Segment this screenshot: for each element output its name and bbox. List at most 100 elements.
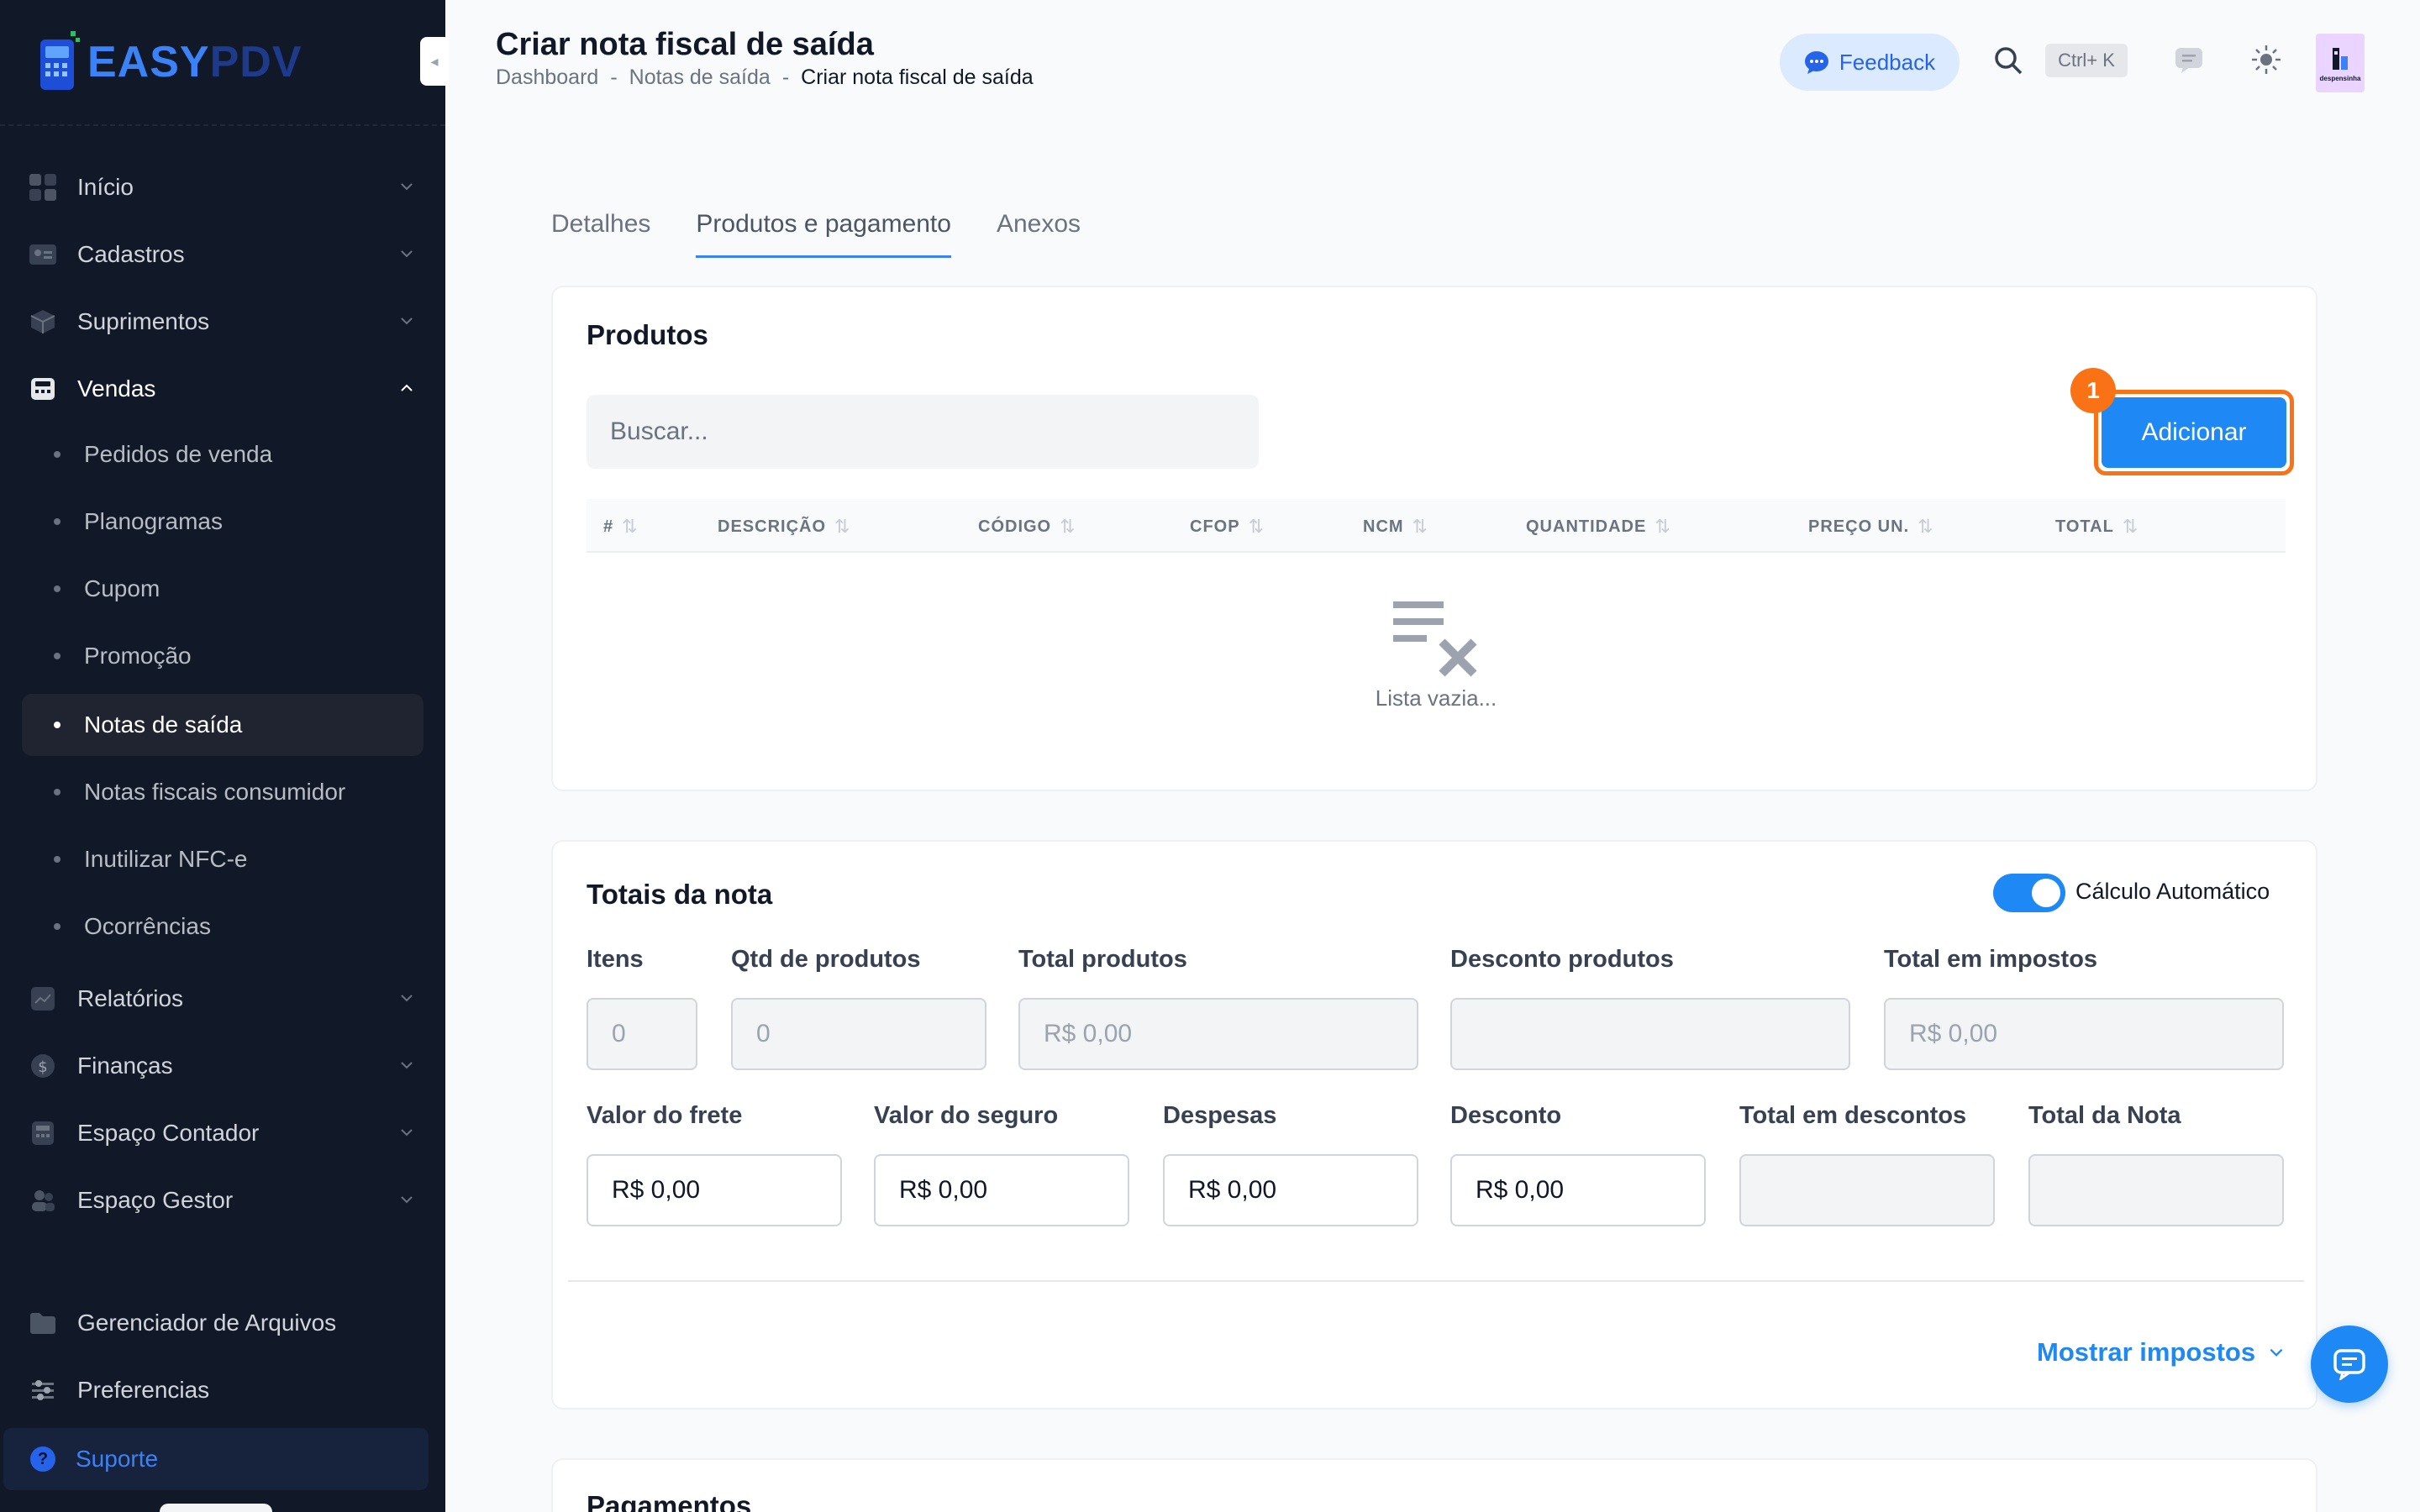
- sidebar-item-label: Gerenciador de Arquivos: [77, 1310, 337, 1336]
- total-impostos-field: R$ 0,00: [1884, 998, 2284, 1070]
- sort-icon: ⇅: [1918, 516, 1934, 537]
- sliders-icon: [29, 1376, 57, 1404]
- field-label-valor-frete: Valor do frete: [587, 1102, 743, 1129]
- theme-toggle-sun-icon[interactable]: [2250, 44, 2282, 76]
- column-header-total[interactable]: TOTAL ⇅: [2055, 516, 2139, 538]
- itens-field: 0: [587, 998, 697, 1070]
- question-icon: ?: [30, 1446, 55, 1472]
- total-descontos-field: [1739, 1154, 1995, 1226]
- sidebar-subitem-label: Promoção: [84, 643, 192, 669]
- column-header-ncm[interactable]: NCM ⇅: [1363, 516, 1428, 538]
- column-label: DESCRIÇÃO: [718, 517, 827, 536]
- sidebar-subitem-label: Notas fiscais consumidor: [84, 779, 346, 805]
- sidebar-item-inicio[interactable]: Início: [22, 156, 424, 218]
- sidebar-subitem-promocao[interactable]: Promoção: [22, 625, 424, 687]
- sidebar-subitem-ocorrencias[interactable]: Ocorrências: [22, 895, 424, 958]
- sidebar-subitem-label: Notas de saída: [84, 711, 243, 738]
- desconto-input[interactable]: R$ 0,00: [1450, 1154, 1706, 1226]
- sidebar-subitem-planogramas[interactable]: Planogramas: [22, 491, 424, 553]
- sidebar-item-suprimentos[interactable]: Suprimentos: [22, 291, 424, 353]
- column-label: NCM: [1363, 517, 1404, 536]
- pagamentos-title: Pagamentos: [587, 1490, 752, 1512]
- qtd-produtos-field: 0: [731, 998, 986, 1070]
- message-icon[interactable]: [2175, 47, 2203, 74]
- people-icon: [29, 1186, 57, 1215]
- support-button[interactable]: ? Suporte: [3, 1428, 429, 1490]
- search-input[interactable]: Buscar...: [587, 395, 1259, 469]
- sidebar-item-preferencias[interactable]: Preferencias: [22, 1359, 424, 1421]
- chevron-down-icon: [401, 1196, 413, 1204]
- logo-text: EASYPDV: [87, 38, 302, 87]
- page-title: Criar nota fiscal de saída: [496, 27, 874, 62]
- totais-card: Totais da nota Cálculo Automático Itens …: [551, 840, 2317, 1410]
- divider: [0, 124, 445, 126]
- box-icon: [29, 307, 57, 336]
- sidebar-item-gerenciador-arquivos[interactable]: Gerenciador de Arquivos: [22, 1292, 424, 1354]
- sort-icon: ⇅: [1248, 516, 1265, 537]
- cash-register-icon: [29, 375, 57, 403]
- divider: [568, 1280, 2304, 1282]
- column-label: PREÇO UN.: [1808, 517, 1910, 536]
- sidebar-subitem-label: Planogramas: [84, 508, 223, 534]
- field-label-qtd-produtos: Qtd de produtos: [731, 946, 921, 973]
- store-logo-icon: [2333, 47, 2348, 70]
- sidebar-item-espaco-contador[interactable]: Espaço Contador: [22, 1102, 424, 1164]
- search-shortcut-badge: Ctrl+ K: [2045, 44, 2128, 77]
- chat-support-button[interactable]: [2311, 1326, 2388, 1403]
- sidebar-subitem-inutilizar-nfce[interactable]: Inutilizar NFC-e: [22, 828, 424, 890]
- breadcrumb: Dashboard - Notas de saída - Criar nota …: [496, 66, 1034, 90]
- column-header-descricao[interactable]: DESCRIÇÃO ⇅: [718, 516, 850, 538]
- add-product-button[interactable]: Adicionar: [2102, 397, 2286, 468]
- show-taxes-label: Mostrar impostos: [2037, 1337, 2256, 1367]
- chat-bubble-icon: [1804, 51, 1828, 74]
- bullet-icon: [54, 923, 60, 930]
- sidebar-item-label: Vendas: [77, 375, 156, 402]
- logo[interactable]: EASYPDV: [37, 30, 302, 94]
- sidebar-subitem-cupom[interactable]: Cupom: [22, 558, 424, 620]
- step-badge: 1: [2070, 368, 2116, 413]
- bullet-icon: [54, 789, 60, 795]
- scroll-handle[interactable]: [160, 1504, 272, 1512]
- column-header-quantidade[interactable]: QUANTIDADE ⇅: [1526, 516, 1671, 538]
- avatar[interactable]: despensinha: [2316, 34, 2365, 92]
- auto-calc-toggle[interactable]: [1993, 874, 2065, 912]
- breadcrumb-link-notas-de-saida[interactable]: Notas de saída: [629, 66, 771, 90]
- column-header-number[interactable]: # ⇅: [603, 516, 639, 538]
- tabs: Detalhes Produtos e pagamento Anexos: [551, 210, 1081, 258]
- sidebar-subitem-notas-de-saida[interactable]: Notas de saída: [22, 694, 424, 756]
- field-label-valor-seguro: Valor do seguro: [874, 1102, 1059, 1129]
- column-label: TOTAL: [2055, 517, 2114, 536]
- column-header-preco-un[interactable]: PREÇO UN. ⇅: [1808, 516, 1934, 538]
- collapse-sidebar-button[interactable]: ◂: [420, 37, 449, 86]
- produtos-card: Produtos Buscar... Adicionar 1 # ⇅ DESCRI…: [551, 286, 2317, 791]
- tab-detalhes[interactable]: Detalhes: [551, 210, 650, 258]
- valor-frete-input[interactable]: R$ 0,00: [587, 1154, 842, 1226]
- despesas-input[interactable]: R$ 0,00: [1163, 1154, 1418, 1226]
- breadcrumb-link-dashboard[interactable]: Dashboard: [496, 66, 598, 90]
- search-icon[interactable]: [1993, 45, 2023, 76]
- show-taxes-button[interactable]: Mostrar impostos: [2037, 1337, 2286, 1368]
- tab-anexos[interactable]: Anexos: [997, 210, 1081, 258]
- sort-icon: ⇅: [622, 516, 639, 537]
- chart-icon: [29, 984, 57, 1013]
- sidebar-item-cadastros[interactable]: Cadastros: [22, 223, 424, 286]
- sidebar-item-financas[interactable]: $ Finanças: [22, 1035, 424, 1097]
- column-header-cfop[interactable]: CFOP ⇅: [1190, 516, 1265, 538]
- sidebar-item-label: Preferencias: [77, 1377, 210, 1403]
- empty-list-icon: [1393, 601, 1477, 677]
- sidebar-item-vendas[interactable]: Vendas: [22, 358, 424, 420]
- valor-seguro-input[interactable]: R$ 0,00: [874, 1154, 1129, 1226]
- chevron-up-icon: [401, 384, 413, 391]
- sidebar-item-espaco-gestor[interactable]: Espaço Gestor: [22, 1169, 424, 1231]
- column-label: CÓDIGO: [978, 517, 1052, 536]
- id-card-icon: [29, 240, 57, 269]
- sidebar-subitem-notas-fiscais-consumidor[interactable]: Notas fiscais consumidor: [22, 761, 424, 823]
- feedback-button[interactable]: Feedback: [1780, 34, 1960, 91]
- sidebar-item-relatorios[interactable]: Relatórios: [22, 968, 424, 1030]
- sidebar-subitem-pedidos-de-venda[interactable]: Pedidos de venda: [22, 423, 424, 486]
- chevron-down-icon: [401, 250, 413, 258]
- column-header-codigo[interactable]: CÓDIGO ⇅: [978, 516, 1076, 538]
- tab-produtos-e-pagamento[interactable]: Produtos e pagamento: [696, 210, 951, 258]
- sidebar-item-label: Início: [77, 174, 134, 200]
- column-label: CFOP: [1190, 517, 1240, 536]
